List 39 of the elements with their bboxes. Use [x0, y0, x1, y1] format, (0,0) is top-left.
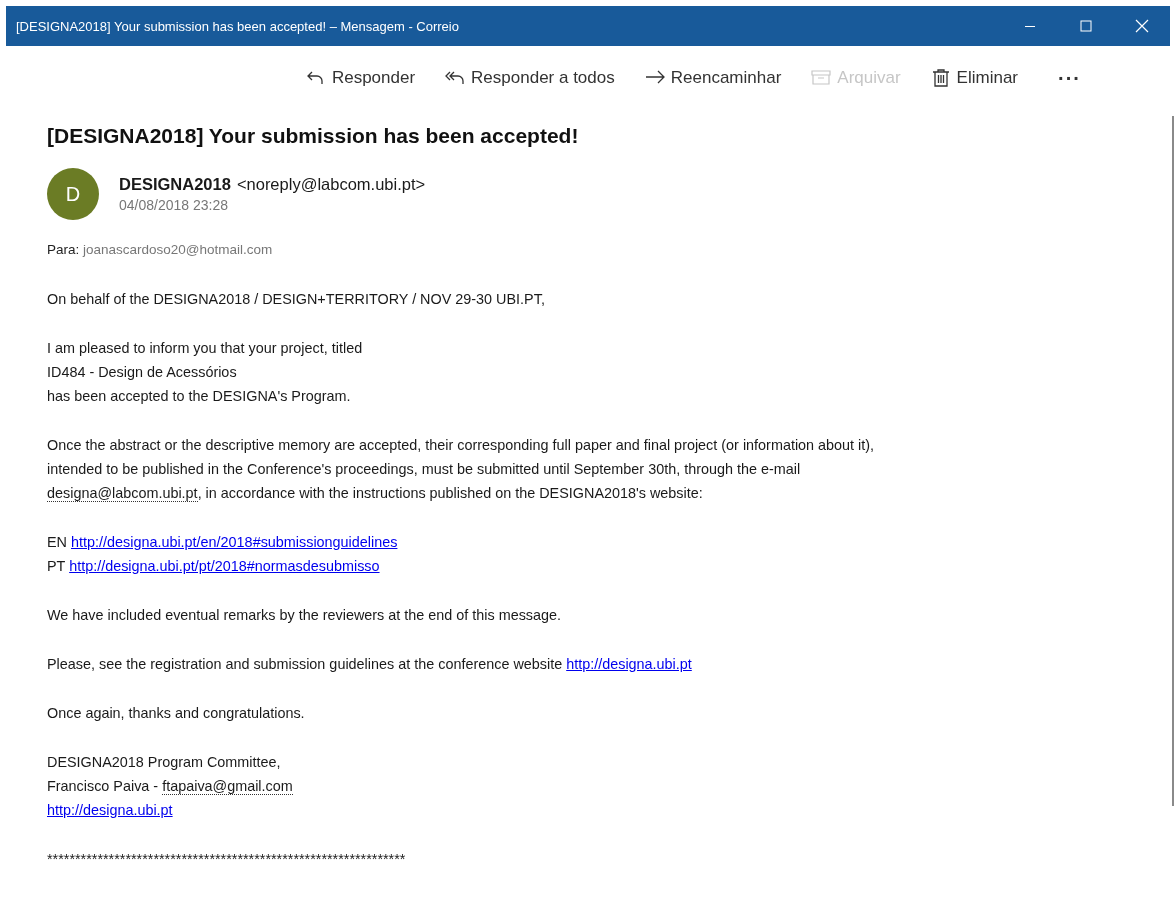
- body-text: has been accepted to the DESIGNA's Program.: [47, 388, 351, 404]
- body-text: On behalf of the DESIGNA2018 / DESIGN+TERRITORY / NOV 29-30 UBI.PT,: [47, 291, 545, 307]
- body-text: EN: [47, 534, 68, 550]
- email-address[interactable]: designa@labcom.ubi.pt: [47, 485, 198, 502]
- toolbar-button[interactable]: Reencaminhar: [629, 64, 797, 92]
- maximize-icon: [1080, 20, 1092, 32]
- recipient-address: joanascardoso20@hotmail.com: [83, 242, 273, 257]
- link[interactable]: http://designa.ubi.pt: [47, 802, 173, 818]
- sender-address: <noreply@labcom.ubi.pt>: [236, 175, 426, 193]
- message-subject: [DESIGNA2018] Your submission has been accepted!: [47, 124, 580, 148]
- message-date: 04/08/2018 23:28: [119, 197, 229, 213]
- more-button[interactable]: ···: [1033, 62, 1096, 94]
- link[interactable]: http://designa.ubi.pt/pt/2018#normasdesubmisso: [69, 558, 380, 574]
- toolbar-button[interactable]: Eliminar: [915, 64, 1033, 92]
- body-text: I am pleased to inform you that your project, titled: [47, 340, 363, 356]
- email-address[interactable]: ftapaiva@gmail.com: [162, 778, 293, 795]
- toolbar-button[interactable]: Responder a todos: [430, 64, 630, 92]
- window-title: [DESIGNA2018] Your submission has been accepted! – Mensagem - Correio: [15, 18, 460, 34]
- link[interactable]: http://designa.ubi.pt: [566, 656, 692, 672]
- body-text: ID484 - Design de Acessórios: [47, 364, 237, 380]
- body-text: Francisco Paiva -: [47, 778, 160, 794]
- archive-box-icon: [811, 68, 832, 88]
- sender-name: DESIGNA2018: [119, 175, 231, 193]
- body-text: Once again, thanks and congratulations.: [47, 705, 305, 721]
- body-text: Once the abstract or the descriptive memory are accepted, their corresponding full paper and final project (or information about it),: [47, 437, 875, 453]
- body-text: Please, see the registration and submission guidelines at the conference website: [47, 656, 564, 672]
- body-text: intended to be published in the Conference's proceedings, must be submitted until September 30th, through the e-mail: [47, 461, 801, 477]
- sender-avatar: D: [47, 168, 99, 220]
- trash-can-icon: [930, 68, 951, 88]
- body-text: PT: [47, 558, 67, 574]
- recipient-label: Para:: [47, 242, 80, 257]
- link[interactable]: http://designa.ubi.pt/en/2018#submissionguidelines: [71, 534, 398, 550]
- body-text: We have included eventual remarks by the reviewers at the end of this message.: [47, 607, 562, 623]
- close-icon: [1135, 19, 1149, 33]
- body-text: , in accordance with the instructions published on the DESIGNA2018's website:: [197, 485, 703, 501]
- toolbar-button[interactable]: Responder: [290, 64, 431, 92]
- body-text: DESIGNA2018 Program Committee,: [47, 754, 281, 770]
- body-text: ****************************************************************: [47, 851, 406, 867]
- scrollbar[interactable]: [1172, 116, 1174, 806]
